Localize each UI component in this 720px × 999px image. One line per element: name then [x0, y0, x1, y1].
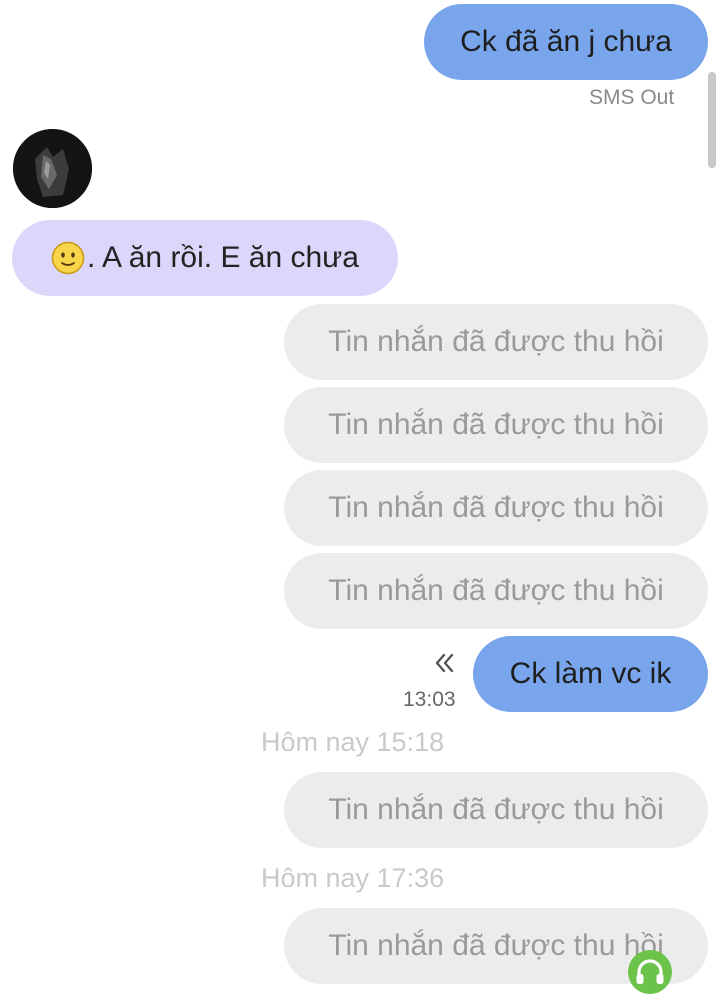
smile-emoji-icon — [51, 241, 85, 275]
outgoing-message-bubble[interactable]: Ck làm vc ik — [473, 636, 708, 712]
time-divider: Hôm nay 15:18 — [261, 727, 445, 757]
message-text: Ck làm vc ik — [509, 657, 672, 690]
recalled-message-text: Tin nhắn đã được thu hồi — [328, 793, 664, 826]
avatar-image — [13, 129, 92, 208]
recalled-message-bubble[interactable]: Tin nhắn đã được thu hồi — [284, 772, 708, 848]
double-chevron-left-icon[interactable] — [430, 648, 460, 678]
recalled-message-bubble[interactable]: Tin nhắn đã được thu hồi — [284, 304, 708, 380]
outgoing-message-bubble[interactable]: Ck đã ăn j chưa — [424, 4, 708, 80]
recalled-message-text: Tin nhắn đã được thu hồi — [328, 574, 664, 607]
floating-support-button[interactable] — [628, 950, 672, 994]
headphones-icon — [636, 959, 664, 984]
incoming-message-bubble[interactable]: . A ăn rồi. E ăn chưa — [12, 220, 398, 296]
recalled-message-text: Tin nhắn đã được thu hồi — [328, 491, 664, 524]
message-text: . A ăn rồi. E ăn chưa — [87, 241, 359, 274]
recalled-message-text: Tin nhắn đã được thu hồi — [328, 408, 664, 441]
recalled-message-text: Tin nhắn đã được thu hồi — [328, 325, 664, 358]
recalled-message-bubble[interactable]: Tin nhắn đã được thu hồi — [284, 387, 708, 463]
scrollbar[interactable] — [708, 72, 716, 168]
recalled-message-bubble[interactable]: Tin nhắn đã được thu hồi — [284, 553, 708, 629]
chat-thread: Ck đã ăn j chưa SMS Out . A ăn rồi. E ăn… — [0, 0, 720, 994]
sms-out-status: SMS Out — [589, 86, 675, 109]
message-text: Ck đã ăn j chưa — [460, 25, 672, 58]
message-time: 13:03 — [403, 688, 456, 711]
time-divider: Hôm nay 17:36 — [261, 863, 445, 893]
recalled-message-bubble[interactable]: Tin nhắn đã được thu hồi — [284, 470, 708, 546]
contact-avatar[interactable] — [13, 129, 92, 208]
recalled-message-text: Tin nhắn đã được thu hồi — [328, 929, 664, 962]
